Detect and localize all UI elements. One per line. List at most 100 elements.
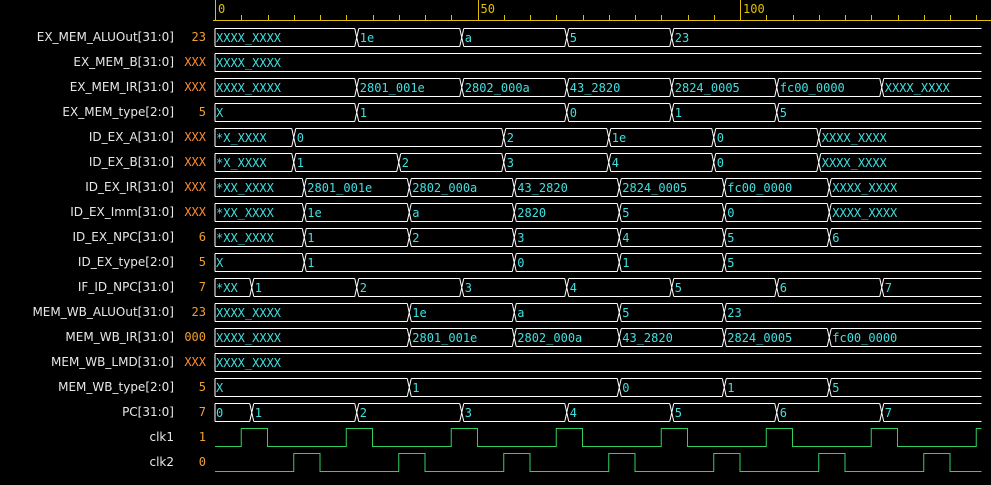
bus-segment[interactable] <box>778 403 885 422</box>
waveform-mem-wb-aluout[interactable]: XXXX_XXXX 1e a 5 23 <box>214 303 982 322</box>
signal-name-id-ex-npc[interactable]: ID_EX_NPC[31:0] <box>73 225 174 250</box>
bus-segment[interactable] <box>568 103 675 122</box>
bus-segment[interactable] <box>610 153 717 172</box>
waveform-clk2[interactable] <box>215 453 982 472</box>
bus-segment[interactable] <box>831 228 982 247</box>
signal-name-pc[interactable]: PC[31:0] <box>122 400 174 425</box>
waveform-id-ex-ir[interactable]: *XX_XXXX 2801_001e 2802_000a 43_2820 2824_00… <box>214 178 982 197</box>
signal-name-id-ex-type[interactable]: ID_EX_type[2:0] <box>78 250 174 275</box>
bus-segment[interactable] <box>715 153 822 172</box>
bus-segment[interactable] <box>214 253 307 272</box>
bus-segment[interactable] <box>516 228 622 247</box>
bus-segment[interactable] <box>295 128 507 147</box>
bus-segment[interactable] <box>411 303 517 322</box>
bus-segment[interactable] <box>214 378 412 397</box>
bus-segment[interactable] <box>673 28 982 47</box>
bus-segment[interactable] <box>411 378 622 397</box>
time-ruler[interactable]: 0 50 100 <box>213 0 991 22</box>
signal-name-mem-wb-aluout[interactable]: MEM_WB_ALUOut[31:0] <box>32 300 174 325</box>
bus-segment[interactable] <box>621 253 727 272</box>
waveform-ex-mem-aluout[interactable]: XXXX_XXXX 1e a 5 23 <box>214 28 982 47</box>
bus-segment[interactable] <box>214 353 982 372</box>
waveform-pc[interactable]: 0 1 2 3 4 5 6 7 <box>214 403 982 422</box>
waveform-ex-mem-type[interactable]: X 1 0 1 5 <box>214 103 982 122</box>
waveform-mem-wb-type[interactable]: X 1 0 1 5 <box>214 378 982 397</box>
bus-segment[interactable] <box>673 403 780 422</box>
bus-segment[interactable] <box>778 278 885 297</box>
bus-value-label: 0 <box>717 156 724 170</box>
waveform-ex-mem-b[interactable]: XXXX_XXXX <box>214 53 982 72</box>
waveform-id-ex-b[interactable]: *X_XXXX 1 2 3 4 0 XXXX_XXXX <box>214 153 982 172</box>
bus-segment[interactable] <box>463 28 570 47</box>
bus-segment[interactable] <box>306 203 412 222</box>
bus-segment[interactable] <box>463 278 570 297</box>
bus-segment[interactable] <box>411 203 517 222</box>
clock-trace[interactable] <box>215 428 982 447</box>
bus-segment[interactable] <box>411 228 517 247</box>
waveform-clk1[interactable] <box>215 428 982 447</box>
bus-segment[interactable] <box>883 278 982 297</box>
bus-segment[interactable] <box>295 153 402 172</box>
waveform-id-ex-imm[interactable]: *XX_XXXX 1e a 2820 5 0 XXXX_XXXX <box>214 203 982 222</box>
bus-segment[interactable] <box>358 278 465 297</box>
bus-segment[interactable] <box>715 128 822 147</box>
signal-name-id-ex-b[interactable]: ID_EX_B[31:0] <box>89 150 174 175</box>
bus-segment[interactable] <box>621 228 727 247</box>
bus-segment[interactable] <box>883 403 982 422</box>
signal-name-ex-mem-type[interactable]: EX_MEM_type[2:0] <box>62 100 174 125</box>
waveform-area[interactable]: XXXX_XXXX 1e a 5 23 XXXX_XXXX XXXX_XXXX 2801_00… <box>213 25 991 485</box>
waveform-id-ex-a[interactable]: *X_XXXX 0 2 1e 0 XXXX_XXXX <box>214 128 982 147</box>
bus-value-label: 1e <box>612 131 626 145</box>
bus-segment[interactable] <box>778 103 982 122</box>
waveform-if-id-npc[interactable]: *XX 1 2 3 4 5 6 7 <box>214 278 982 297</box>
waveform-id-ex-npc[interactable]: *XX_XXXX 1 2 3 4 5 6 <box>214 228 982 247</box>
signal-name-id-ex-a[interactable]: ID_EX_A[31:0] <box>89 125 174 150</box>
bus-segment[interactable] <box>516 303 622 322</box>
bus-segment[interactable] <box>621 303 727 322</box>
bus-segment[interactable] <box>463 403 570 422</box>
bus-segment[interactable] <box>516 253 622 272</box>
bus-segment[interactable] <box>726 303 982 322</box>
bus-segment[interactable] <box>214 53 982 72</box>
signal-name-id-ex-imm[interactable]: ID_EX_Imm[31:0] <box>70 200 174 225</box>
bus-segment[interactable] <box>726 378 832 397</box>
bus-segment[interactable] <box>253 403 360 422</box>
bus-segment[interactable] <box>726 228 832 247</box>
waveform-mem-wb-ir[interactable]: XXXX_XXXX 2801_001e 2802_000a 43_2820 2824_0… <box>214 328 982 347</box>
bus-segment[interactable] <box>505 128 612 147</box>
bus-segment[interactable] <box>306 253 517 272</box>
bus-segment[interactable] <box>610 128 717 147</box>
bus-segment[interactable] <box>568 403 675 422</box>
signal-name-mem-wb-lmd[interactable]: MEM_WB_LMD[31:0] <box>51 350 174 375</box>
bus-segment[interactable] <box>621 378 727 397</box>
bus-segment[interactable] <box>568 278 675 297</box>
bus-segment[interactable] <box>253 278 360 297</box>
signal-name-id-ex-ir[interactable]: ID_EX_IR[31:0] <box>85 175 174 200</box>
signal-name-ex-mem-b[interactable]: EX_MEM_B[31:0] <box>73 50 174 75</box>
signal-name-clk2[interactable]: clk2 <box>149 450 174 475</box>
waveform-ex-mem-ir[interactable]: XXXX_XXXX 2801_001e 2802_000a 43_2820 2824_0… <box>214 78 982 97</box>
bus-segment[interactable] <box>358 28 465 47</box>
signal-name-ex-mem-aluout[interactable]: EX_MEM_ALUOut[31:0] <box>37 25 174 50</box>
bus-segment[interactable] <box>358 103 570 122</box>
signal-name-if-id-npc[interactable]: IF_ID_NPC[31:0] <box>78 275 174 300</box>
bus-segment[interactable] <box>673 278 780 297</box>
bus-segment[interactable] <box>726 203 832 222</box>
waveform-id-ex-type[interactable]: X 1 0 1 5 <box>214 253 982 272</box>
bus-segment[interactable] <box>568 28 675 47</box>
bus-segment[interactable] <box>214 103 360 122</box>
signal-name-clk1[interactable]: clk1 <box>149 425 174 450</box>
bus-segment[interactable] <box>358 403 465 422</box>
bus-segment[interactable] <box>306 228 412 247</box>
bus-segment[interactable] <box>673 103 780 122</box>
signal-name-mem-wb-ir[interactable]: MEM_WB_IR[31:0] <box>65 325 174 350</box>
bus-segment[interactable] <box>400 153 507 172</box>
clock-trace[interactable] <box>215 453 982 472</box>
bus-segment[interactable] <box>621 203 727 222</box>
bus-segment[interactable] <box>726 253 982 272</box>
bus-segment[interactable] <box>831 378 982 397</box>
signal-name-ex-mem-ir[interactable]: EX_MEM_IR[31:0] <box>70 75 174 100</box>
signal-name-mem-wb-type[interactable]: MEM_WB_type[2:0] <box>58 375 174 400</box>
bus-segment[interactable] <box>505 153 612 172</box>
waveform-mem-wb-lmd[interactable]: XXXX_XXXX <box>214 353 982 372</box>
